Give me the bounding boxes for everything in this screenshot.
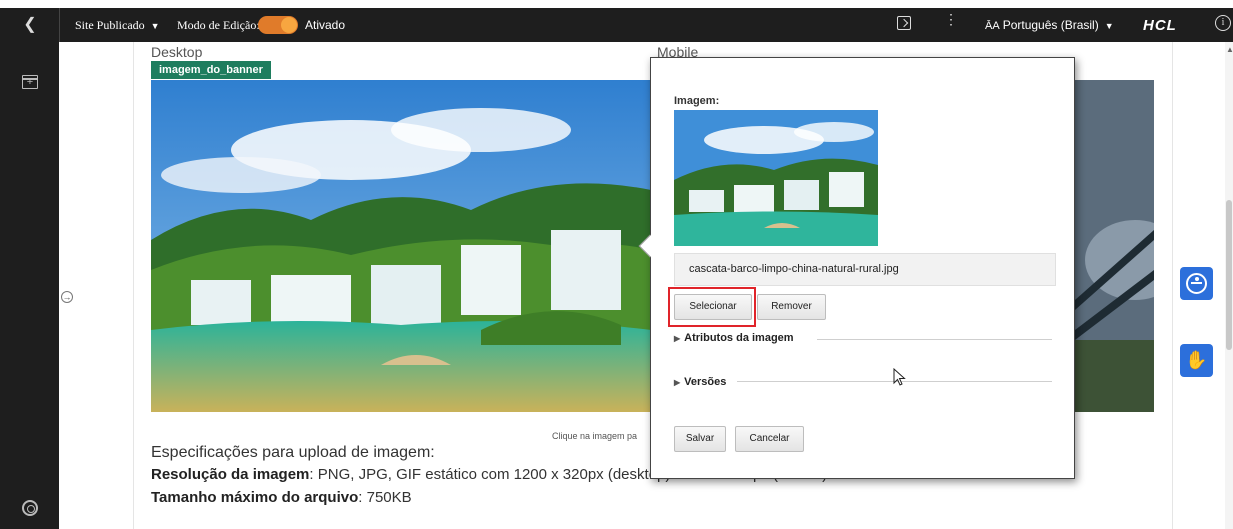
caret-right-icon: ▶ [674,378,681,387]
mobile-banner-image[interactable] [1075,80,1154,412]
cancel-button[interactable]: Cancelar [735,426,804,452]
image-thumbnail [674,110,878,246]
side-panel-icon[interactable] [897,16,911,30]
translate-icon: ĀA [985,20,1000,32]
scroll-up-arrow-icon[interactable]: ▲ [1226,45,1233,54]
lifebuoy-icon[interactable] [22,500,38,516]
info-icon[interactable]: i [1215,15,1231,31]
caret-right-icon: ▶ [674,334,681,343]
language-label: Português (Brasil) [1002,18,1099,32]
spec-title: Especificações para upload de imagem: [151,444,435,461]
mouse-pointer-icon [893,367,907,386]
desktop-banner-image[interactable] [151,80,651,412]
banner-field-tag: imagem_do_banner [151,61,271,79]
hcl-logo: HCL [1143,17,1177,34]
toolbar-divider [59,8,60,42]
image-attributes-section[interactable]: ▶ Atributos da imagem [674,332,794,344]
select-button-highlight [668,287,756,327]
save-button[interactable]: Salvar [674,426,726,452]
left-sidebar [0,42,59,529]
more-options-icon[interactable]: ⋮ [944,12,958,26]
spec-resolution-label: Resolução da imagem [151,466,310,483]
language-selector[interactable]: ĀA Português (Brasil) ▼ [985,18,1114,32]
edit-mode-value: Ativado [305,18,346,32]
spec-size-value: : 750KB [358,489,412,506]
image-caption: Clique na imagem pa [552,431,638,441]
section-divider [817,339,1052,340]
chevron-left-icon[interactable]: ❮ [20,16,40,34]
remove-image-button[interactable]: Remover [757,294,826,320]
caret-down-icon: ▼ [1104,21,1114,31]
edit-mode-label: Modo de Edição: [177,18,260,32]
accessibility-button[interactable] [1180,267,1213,300]
versions-section[interactable]: ▶ Versões [674,376,726,388]
site-status-label: Site Publicado [75,18,145,32]
accessibility-icon [1186,273,1207,294]
versions-label: Versões [684,376,727,388]
expand-arrow-icon[interactable]: → [61,291,73,303]
site-status-dropdown[interactable]: Site Publicado ▼ [75,18,160,33]
sign-language-icon: ✋ [1185,350,1208,370]
top-toolbar: ❮ Site Publicado ▼ Modo de Edição: Ativad… [0,8,1233,42]
image-attributes-label: Atributos da imagem [684,332,794,344]
desktop-label: Desktop [151,44,203,60]
image-edit-dialog: Imagem: cascata-barco-limpo-china-natura… [638,57,1075,479]
toggle-knob [281,17,297,33]
content-gutter-left [59,42,134,529]
content-gutter-right [1172,42,1173,529]
spec-size-label: Tamanho máximo do arquivo [151,489,359,506]
sign-language-button[interactable]: ✋ [1180,344,1213,377]
caret-down-icon: ▼ [150,21,160,31]
spec-size: Tamanho máximo do arquivo: 750KB [151,489,412,506]
image-label: Imagem: [674,95,720,107]
scrollbar-thumb[interactable] [1226,200,1232,350]
image-filename-field: cascata-barco-limpo-china-natural-rural.… [674,253,1056,286]
edit-mode-toggle[interactable] [258,16,298,34]
add-panel-icon[interactable] [22,75,38,89]
